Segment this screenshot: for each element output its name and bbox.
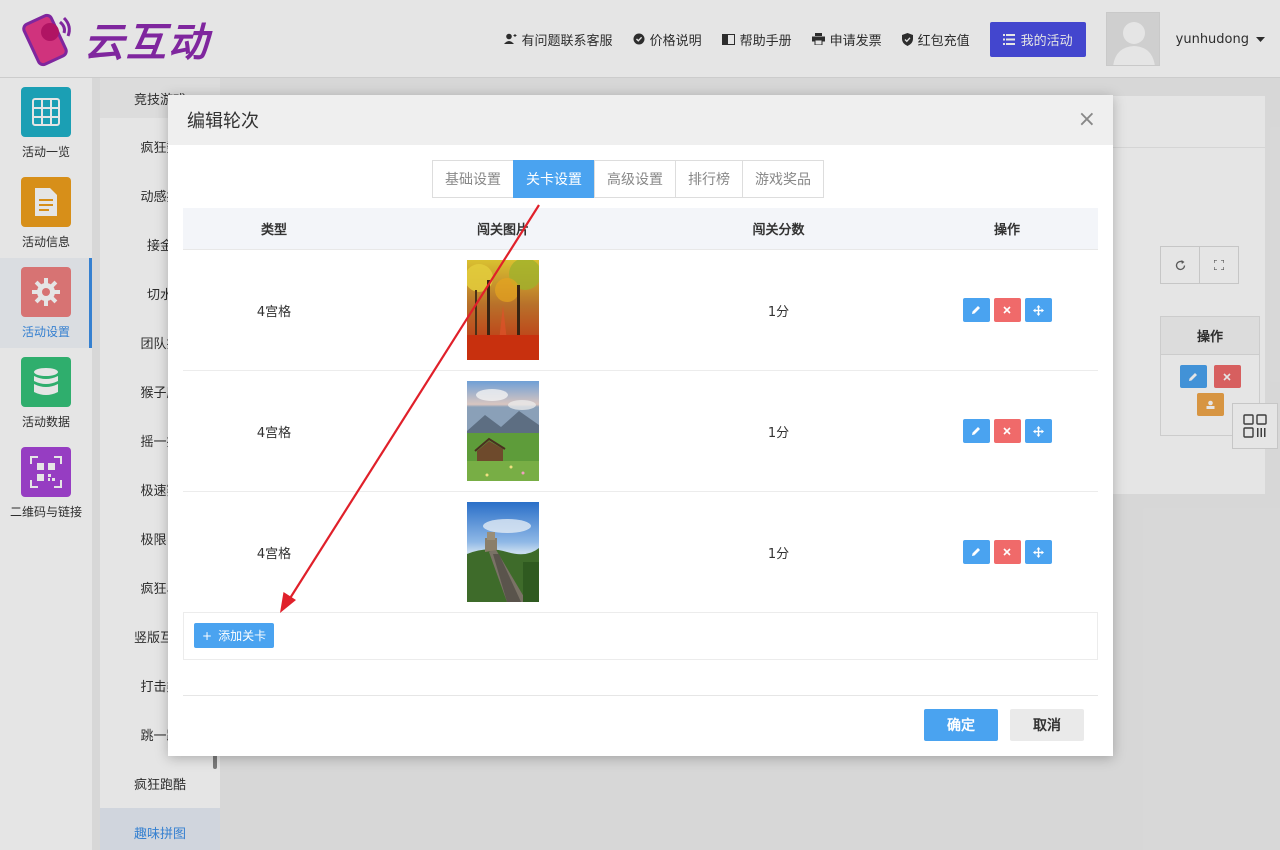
move-level-button[interactable] (1024, 540, 1052, 564)
tab-level-settings[interactable]: 关卡设置 (513, 160, 595, 198)
dialog-footer: 确定 取消 (183, 695, 1098, 756)
levels-table-header: 类型 闯关图片 闯关分数 操作 (183, 208, 1098, 250)
level-score: 1分 (767, 546, 790, 562)
delete-level-button[interactable] (993, 298, 1021, 322)
column-header-type: 类型 (260, 223, 287, 238)
move-level-button[interactable] (1024, 298, 1052, 322)
level-type: 4宫格 (256, 546, 292, 562)
mountain-meadow-image[interactable] (467, 381, 539, 481)
level-image-cell (365, 381, 641, 481)
tab-advanced-settings[interactable]: 高级设置 (594, 160, 676, 198)
dialog-title: 编辑轮次 (187, 111, 259, 132)
column-header-image: 闯关图片 (476, 223, 529, 238)
great-wall-image[interactable] (467, 502, 539, 602)
level-score: 1分 (767, 304, 790, 320)
close-icon (1003, 306, 1011, 314)
edit-round-dialog: 编辑轮次 × 基础设置 关卡设置 高级设置 排行榜 游戏奖品 类型 闯关图片 闯… (168, 95, 1113, 756)
close-icon (1003, 427, 1011, 435)
table-row: 4宫格 1分 (183, 371, 1098, 492)
tab-basic-settings[interactable]: 基础设置 (432, 160, 514, 198)
delete-level-button[interactable] (993, 540, 1021, 564)
level-image-cell (365, 260, 641, 360)
dialog-header: 编辑轮次 × (168, 95, 1113, 145)
edit-level-button[interactable] (962, 540, 990, 564)
level-actions (916, 419, 1098, 443)
move-icon (1032, 304, 1044, 316)
cancel-button[interactable]: 取消 (1010, 709, 1084, 741)
plus-icon: + (202, 628, 213, 643)
add-level-button[interactable]: + 添加关卡 (194, 623, 275, 648)
level-type: 4宫格 (256, 425, 292, 441)
move-icon (1032, 425, 1044, 437)
confirm-button[interactable]: 确定 (924, 709, 998, 741)
pencil-icon (972, 548, 980, 556)
level-type: 4宫格 (256, 304, 292, 320)
pencil-icon (972, 306, 980, 314)
edit-level-button[interactable] (962, 298, 990, 322)
close-icon (1003, 548, 1011, 556)
autumn-forest-image[interactable] (467, 260, 539, 360)
tab-game-prizes[interactable]: 游戏奖品 (742, 160, 824, 198)
delete-level-button[interactable] (993, 419, 1021, 443)
level-image-cell (365, 502, 641, 602)
table-row: 4宫格 1分 (183, 492, 1098, 613)
dialog-tabs: 基础设置 关卡设置 高级设置 排行榜 游戏奖品 (432, 160, 824, 198)
pencil-icon (972, 427, 980, 435)
column-header-score: 闯关分数 (752, 223, 805, 238)
move-icon (1032, 546, 1044, 558)
levels-table: 类型 闯关图片 闯关分数 操作 4宫格 1分 4宫格 1分 4宫格 1分 + 添… (183, 208, 1098, 660)
add-level-row: + 添加关卡 (183, 613, 1098, 660)
level-score: 1分 (767, 425, 790, 441)
column-header-actions: 操作 (993, 223, 1020, 238)
table-row: 4宫格 1分 (183, 250, 1098, 371)
tab-leaderboard[interactable]: 排行榜 (675, 160, 743, 198)
level-actions (916, 540, 1098, 564)
add-level-label: 添加关卡 (218, 629, 267, 643)
edit-level-button[interactable] (962, 419, 990, 443)
move-level-button[interactable] (1024, 419, 1052, 443)
level-actions (916, 298, 1098, 322)
close-icon[interactable]: × (1078, 109, 1096, 131)
